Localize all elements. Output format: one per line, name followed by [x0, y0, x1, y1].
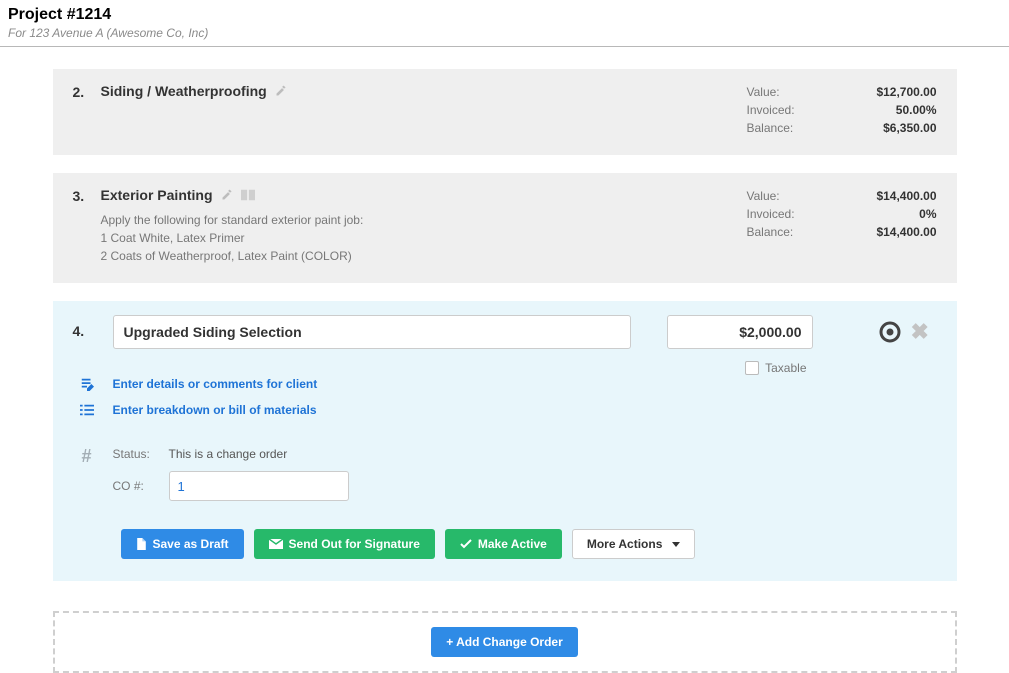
enter-breakdown-link[interactable]: Enter breakdown or bill of materials: [113, 403, 317, 417]
target-icon[interactable]: [879, 321, 901, 343]
send-signature-button[interactable]: Send Out for Signature: [254, 529, 435, 559]
item-title-input[interactable]: [113, 315, 631, 349]
pencil-icon[interactable]: [221, 189, 233, 201]
add-change-order-zone: + Add Change Order: [53, 611, 957, 673]
line-financials: Value:$12,700.00 Invoiced:50.00% Balance…: [747, 83, 937, 137]
file-icon: [136, 538, 147, 550]
add-change-order-button[interactable]: + Add Change Order: [431, 627, 578, 657]
project-title: Project #1214: [8, 6, 1001, 24]
list-icon: [73, 403, 101, 417]
enter-details-link[interactable]: Enter details or comments for client: [113, 377, 318, 391]
page-header: Project #1214 For 123 Avenue A (Awesome …: [0, 0, 1009, 47]
columns-icon[interactable]: [241, 189, 255, 201]
line-item: 3. Exterior Painting Apply the following…: [53, 173, 957, 283]
more-actions-button[interactable]: More Actions: [572, 529, 696, 559]
status-text: This is a change order: [169, 447, 288, 461]
line-financials: Value:$14,400.00 Invoiced:0% Balance:$14…: [747, 187, 937, 241]
taxable-checkbox[interactable]: [745, 361, 759, 375]
line-number: 2.: [73, 83, 101, 100]
line-item: 2. Siding / Weatherproofing Value:$12,70…: [53, 69, 957, 155]
line-description: Apply the following for standard exterio…: [101, 211, 747, 265]
edit-note-icon: [73, 377, 101, 391]
delete-icon[interactable]: ✖: [911, 321, 929, 343]
taxable-label: Taxable: [765, 361, 806, 375]
line-number: 4.: [73, 315, 113, 339]
co-number-input[interactable]: [169, 471, 349, 501]
line-number: 3.: [73, 187, 101, 204]
pencil-icon[interactable]: [275, 85, 287, 97]
envelope-icon: [269, 539, 283, 549]
save-draft-button[interactable]: Save as Draft: [121, 529, 244, 559]
line-title: Exterior Painting: [101, 187, 213, 203]
line-item-editing: 4. ✖ Taxable: [53, 301, 957, 581]
make-active-button[interactable]: Make Active: [445, 529, 562, 559]
status-label: Status:: [113, 447, 169, 461]
co-number-label: CO #:: [113, 479, 169, 493]
project-subtitle: For 123 Avenue A (Awesome Co, Inc): [8, 26, 1001, 40]
item-value-input[interactable]: [667, 315, 813, 349]
hash-icon: #: [73, 447, 101, 465]
line-title: Siding / Weatherproofing: [101, 83, 267, 99]
caret-down-icon: [672, 542, 680, 547]
check-icon: [460, 539, 472, 549]
